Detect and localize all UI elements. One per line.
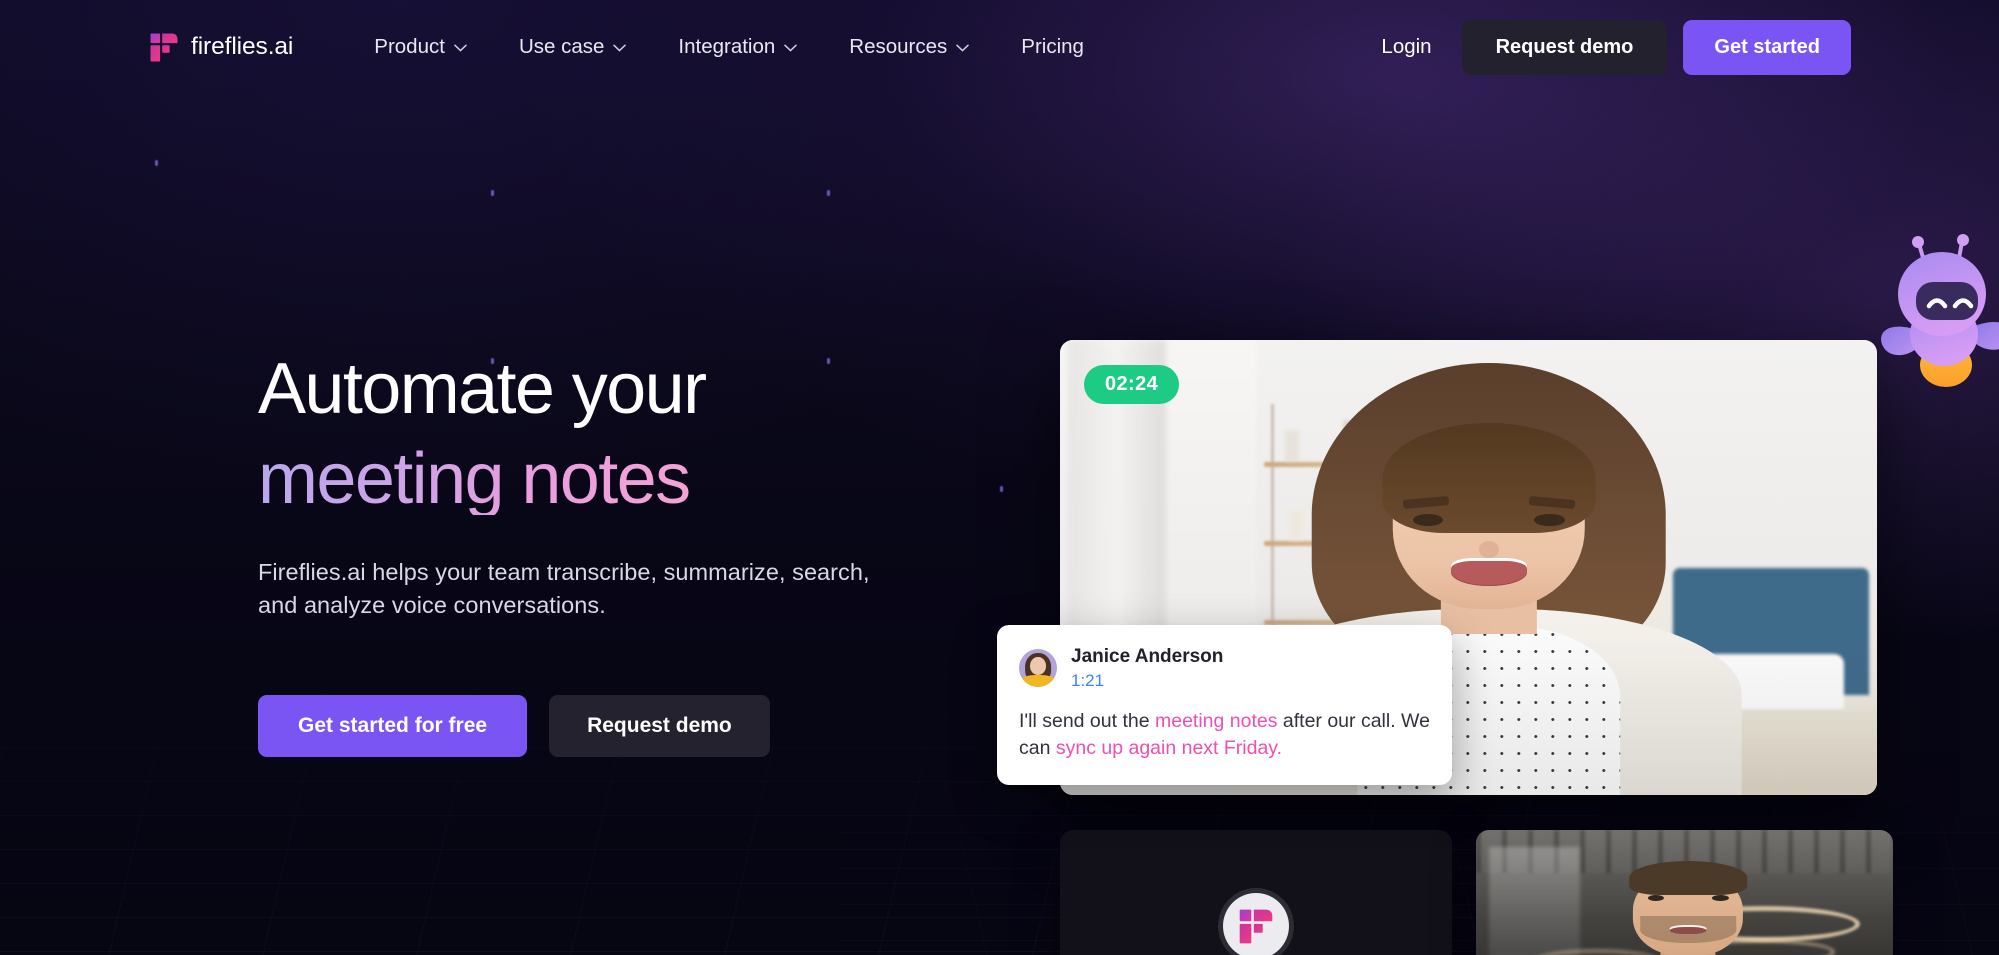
particle-dot xyxy=(155,160,158,166)
chevron-down-icon xyxy=(454,44,467,52)
nav-item-label: Resources xyxy=(849,35,948,58)
nav-item-resources[interactable]: Resources xyxy=(823,35,995,59)
transcript-line1-pre: I'll send out the xyxy=(1019,709,1155,732)
hero-content: Automate your meeting notes Fireflies.ai… xyxy=(258,353,998,757)
transcript-speaker-row: Janice Anderson 1:21 xyxy=(1019,645,1430,691)
nav-item-integration[interactable]: Integration xyxy=(652,35,823,59)
chevron-down-icon xyxy=(784,44,798,52)
transcript-keyword-meeting-notes[interactable]: meeting notes xyxy=(1155,710,1278,732)
main-navigation: fireflies.ai Product Use case Integratio… xyxy=(0,0,1999,94)
page-title: Automate your meeting notes xyxy=(258,353,998,515)
request-demo-button[interactable]: Request demo xyxy=(1461,19,1668,75)
transcript-keyword-sync-up[interactable]: sync up again next Friday. xyxy=(1056,737,1282,759)
request-demo-hero-button[interactable]: Request demo xyxy=(549,694,770,757)
chevron-down-icon xyxy=(613,44,627,52)
hero-cta-row: Get started for free Request demo xyxy=(258,694,998,757)
avatar xyxy=(1019,648,1057,687)
transcript-line1-post: after our call. xyxy=(1277,709,1396,732)
speaker-name: Janice Anderson xyxy=(1071,646,1224,667)
fireflies-logo-icon xyxy=(1223,893,1289,955)
nav-links: Product Use case Integration Resources P… xyxy=(348,35,1110,59)
particle-dot xyxy=(1000,486,1003,492)
chevron-down-icon xyxy=(956,44,970,52)
fireflies-robot-mascot-icon xyxy=(1870,230,1999,390)
fireflies-landing-page: fireflies.ai Product Use case Integratio… xyxy=(0,0,1999,955)
login-link[interactable]: Login xyxy=(1351,35,1461,59)
get-started-button[interactable]: Get started xyxy=(1683,19,1851,75)
brand-logo-link[interactable]: fireflies.ai xyxy=(150,33,293,62)
nav-item-pricing[interactable]: Pricing xyxy=(995,35,1110,59)
hero-heading-line1: Automate your xyxy=(258,349,707,429)
particle-dot xyxy=(491,190,494,196)
transcript-text: I'll send out the meeting notes after ou… xyxy=(1019,708,1430,763)
transcript-card: Janice Anderson 1:21 I'll send out the m… xyxy=(997,625,1452,786)
particle-dot xyxy=(827,190,830,196)
nav-item-label: Pricing xyxy=(1021,35,1084,58)
nav-item-label: Integration xyxy=(678,35,776,58)
nav-item-use-case[interactable]: Use case xyxy=(493,35,652,59)
fireflies-notetaker-tile[interactable] xyxy=(1060,830,1452,955)
video-participant-man xyxy=(1596,843,1779,955)
hero-subtitle: Fireflies.ai helps your team transcribe,… xyxy=(258,559,870,619)
fireflies-logo-icon xyxy=(150,33,178,62)
nav-item-label: Use case xyxy=(518,35,605,58)
transcript-timestamp[interactable]: 1:21 xyxy=(1071,671,1223,691)
hero-media-collage: 02:24 Janice Anderson 1:21 I'll send out… xyxy=(997,234,1999,955)
brand-name: fireflies.ai xyxy=(191,33,294,60)
second-video-tile[interactable] xyxy=(1476,830,1893,955)
nav-item-product[interactable]: Product xyxy=(348,35,493,59)
nav-actions: Login Request demo Get started xyxy=(1351,19,1851,75)
get-started-for-free-button[interactable]: Get started for free xyxy=(258,694,528,757)
recording-timer-badge: 02:24 xyxy=(1084,365,1180,404)
hero-heading-line2: meeting notes xyxy=(258,439,691,519)
nav-item-label: Product xyxy=(374,35,445,58)
